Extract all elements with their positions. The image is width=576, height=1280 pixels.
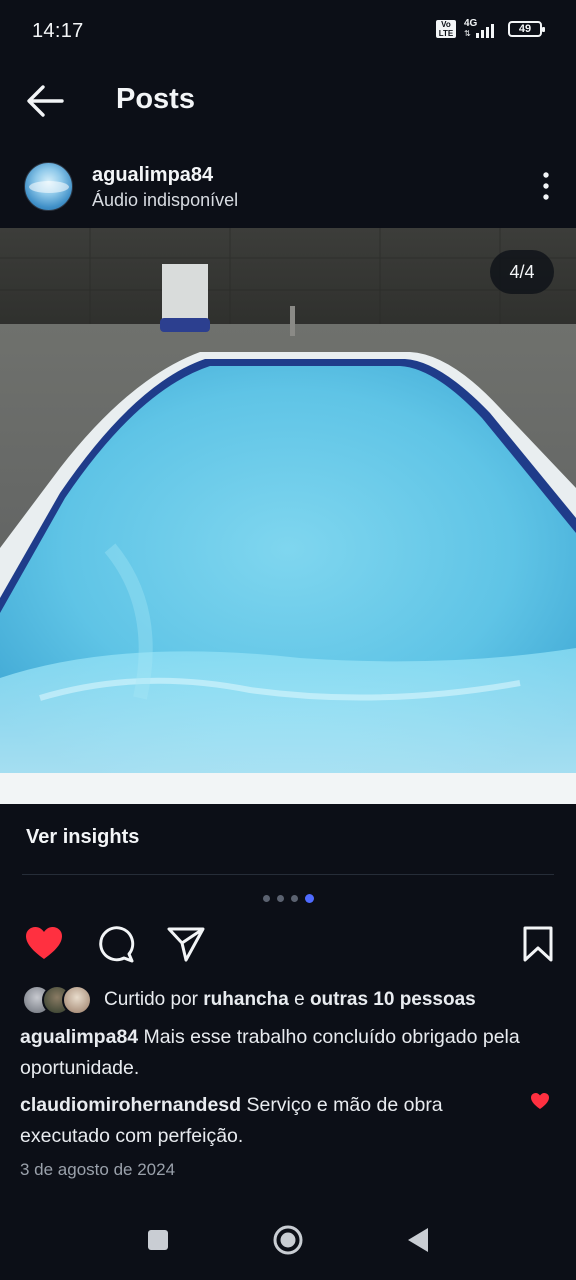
likes-others[interactable]: outras 10 pessoas [310, 989, 476, 1010]
battery-icon: 49 [508, 21, 545, 37]
comment-item: claudiomirohernandesd Serviço e mão de o… [20, 1090, 520, 1152]
likes-summary[interactable]: Curtido por ruhancha e outras 10 pessoas [22, 984, 476, 1016]
view-insights-link[interactable]: Ver insights [26, 826, 139, 849]
post-date: 3 de agosto de 2024 [20, 1160, 176, 1179]
signal-icon: 4G ⇅ [464, 18, 500, 38]
comment-heart-icon[interactable] [530, 1092, 550, 1110]
pool-image [0, 228, 576, 804]
carousel-dot [277, 895, 284, 902]
heart-icon[interactable] [24, 924, 64, 964]
share-icon[interactable] [166, 924, 206, 964]
post-username[interactable]: agualimpa84 [92, 164, 213, 187]
system-nav-bar [0, 1200, 576, 1280]
bookmark-icon[interactable] [518, 924, 558, 964]
carousel-dot-active [305, 894, 314, 903]
divider [22, 874, 554, 875]
audio-status[interactable]: Áudio indisponível [92, 190, 238, 211]
comment-icon[interactable] [96, 924, 136, 964]
carousel-dot [263, 895, 270, 902]
liker-username[interactable]: ruhancha [203, 989, 289, 1010]
post-photo[interactable]: 4/4 [0, 228, 576, 804]
nav-recents-icon[interactable] [142, 1224, 174, 1256]
status-bar: 14:17 Vo LTE 4G ⇅ 49 [0, 0, 576, 62]
status-icons: Vo LTE 4G ⇅ 49 [436, 18, 545, 38]
comment-username[interactable]: claudiomirohernandesd [20, 1094, 241, 1116]
avatar[interactable] [24, 162, 73, 211]
back-arrow-icon[interactable] [24, 82, 66, 120]
status-time: 14:17 [32, 20, 84, 42]
likes-text: Curtido por ruhancha e outras 10 pessoas [104, 989, 476, 1010]
nav-home-icon[interactable] [272, 1224, 304, 1256]
carousel-counter: 4/4 [490, 250, 554, 294]
post-header: agualimpa84 Áudio indisponível [0, 150, 576, 224]
volte-icon: Vo LTE [436, 20, 456, 38]
liker-avatar [62, 985, 92, 1015]
post-caption: agualimpa84 Mais esse trabalho concluído… [20, 1022, 540, 1084]
page-title: Posts [116, 83, 195, 115]
post-actions [0, 920, 576, 970]
caption-username[interactable]: agualimpa84 [20, 1026, 138, 1048]
data-arrows-icon: ⇅ [464, 29, 471, 38]
carousel-indicator [263, 894, 314, 903]
nav-back-icon[interactable] [402, 1224, 434, 1256]
app-header: Posts [0, 70, 576, 132]
carousel-dot [291, 895, 298, 902]
more-options-icon[interactable] [540, 170, 552, 202]
